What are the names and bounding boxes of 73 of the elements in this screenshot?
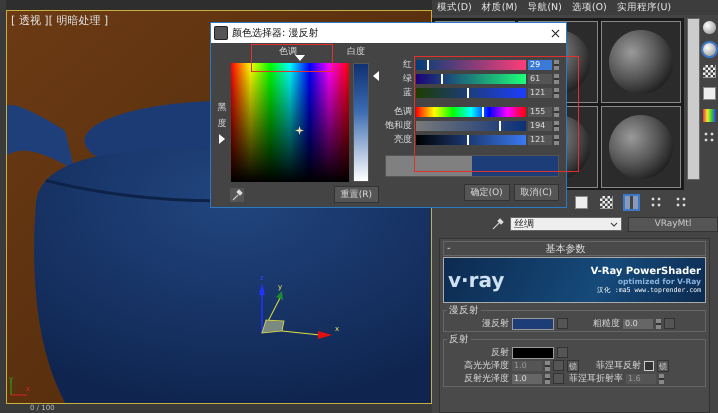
blackness-label: 黑度 (218, 102, 226, 130)
lock-button[interactable]: 锁 (567, 360, 579, 372)
color-bars-icon[interactable] (703, 109, 716, 122)
crosshair-icon (295, 126, 304, 135)
hue-label: 色调 (279, 46, 297, 58)
hue-pointer-icon[interactable] (295, 55, 305, 61)
material-type-button[interactable]: VRayMtl (628, 216, 718, 232)
square-icon[interactable] (703, 87, 716, 100)
whiteness-label: 白度 (347, 46, 365, 58)
whiteness-bar[interactable] (353, 63, 369, 182)
material-name-field[interactable]: 丝绸 (510, 217, 622, 231)
value-field[interactable]: 194 (528, 120, 552, 130)
color-slider[interactable] (416, 134, 526, 144)
slider-label: 绿 (403, 73, 412, 85)
value-field[interactable]: 121 (528, 88, 552, 98)
bars-icon[interactable] (625, 196, 638, 209)
checker-icon[interactable] (600, 196, 613, 209)
cancel-button[interactable]: 取消(C) (514, 184, 559, 201)
lock-button[interactable]: 锁 (657, 360, 669, 372)
sphere-icon[interactable] (703, 43, 716, 56)
spinner-arrows-icon[interactable] (656, 318, 661, 328)
field-label: 漫反射 (481, 318, 509, 330)
field-label: 高光光泽度 (463, 360, 509, 372)
whiteness-pointer-icon[interactable] (373, 71, 379, 81)
slider-label: 色调 (394, 106, 412, 118)
app-icon (214, 26, 228, 40)
slider-label: 蓝 (403, 86, 412, 99)
value-field[interactable]: 29 (528, 60, 552, 70)
sphere-icon[interactable] (703, 21, 716, 34)
rollout-header[interactable]: - 基本参数 (443, 241, 706, 256)
color-slider[interactable] (416, 60, 526, 70)
spinner-field[interactable]: 1.0 (512, 374, 542, 384)
field-label: 粗糙度 (593, 318, 620, 330)
blackness-pointer-icon[interactable] (219, 134, 225, 144)
viewport-label[interactable]: [ 透视 ][ 明暗处理 ] (11, 13, 108, 28)
scrollbar[interactable] (687, 18, 700, 180)
menu-item[interactable]: 选项(O) (572, 1, 607, 14)
caret-icon[interactable] (610, 222, 618, 226)
menu-item[interactable]: 实用程序(U) (616, 1, 672, 14)
color-slider[interactable] (416, 88, 526, 98)
menu-item[interactable]: 材质(M) (482, 1, 518, 14)
group-box: 漫反射 漫反射 粗糙度 0.0 (443, 304, 706, 332)
color-swatch[interactable] (512, 346, 554, 358)
field-label: 反射 (490, 346, 509, 359)
menu-item[interactable]: 模式(D) (437, 1, 472, 14)
eyedropper-icon[interactable] (492, 218, 504, 230)
ok-button[interactable]: 确定(O) (464, 184, 510, 201)
color-slider[interactable] (416, 74, 526, 84)
color-slider[interactable] (416, 106, 526, 116)
close-icon[interactable] (551, 28, 560, 38)
field-label: 反射光泽度 (463, 372, 509, 385)
spinner-field[interactable]: 0.0 (623, 318, 653, 328)
slider-label: 饱和度 (385, 120, 412, 132)
value-field[interactable]: 155 (528, 106, 552, 116)
dialog-title: 颜色选择器: 漫反射 (232, 26, 320, 40)
value-field[interactable]: 61 (528, 74, 552, 84)
value-field[interactable]: 121 (528, 134, 552, 144)
material-sample-slot[interactable] (601, 106, 681, 188)
square-icon[interactable] (575, 196, 588, 209)
checker-icon[interactable] (703, 65, 716, 78)
reset-button[interactable]: 重置(R) (334, 186, 379, 203)
field-label: 菲涅耳折射率 (569, 372, 623, 385)
color-slider[interactable] (416, 120, 526, 130)
spinner-arrows-icon[interactable] (659, 374, 664, 384)
color-swatch[interactable] (512, 318, 554, 330)
group-box: 反射 反射 高光光泽度 1.0 锁 菲涅耳反射 锁 反射光泽度 1.0 菲涅耳折射率 1.6 (443, 333, 706, 387)
field-label: 菲涅耳反射 (596, 360, 641, 372)
menu-item[interactable]: 导航(N) (527, 1, 562, 14)
material-sample-slot[interactable] (601, 21, 681, 103)
checkbox[interactable] (644, 360, 654, 370)
slider-label: 亮度 (394, 134, 412, 146)
eyedropper-icon[interactable] (230, 188, 244, 202)
slider-label: 红 (403, 58, 412, 71)
